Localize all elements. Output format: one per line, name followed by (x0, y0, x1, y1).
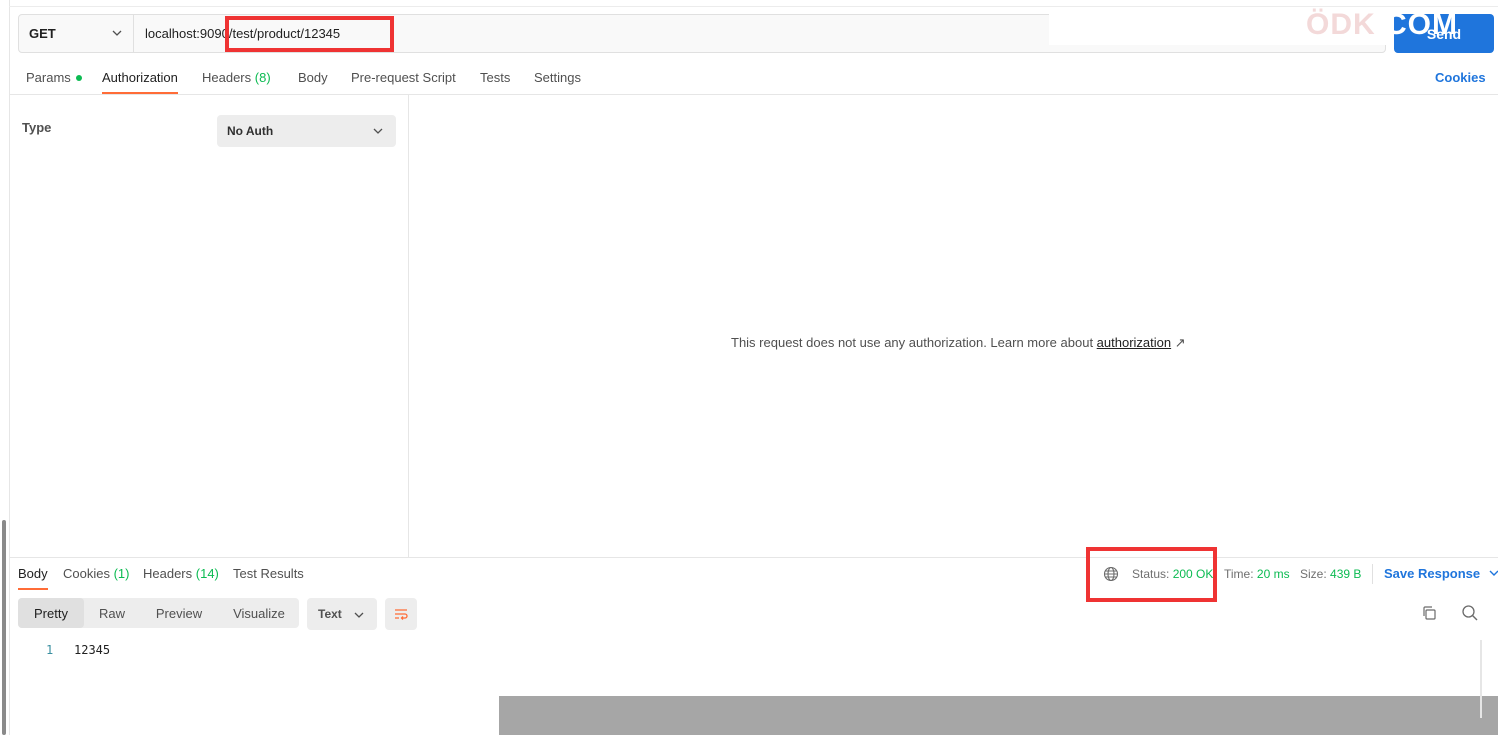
view-visualize-button[interactable]: Visualize (220, 598, 298, 628)
tab-authorization[interactable]: Authorization (102, 70, 178, 85)
editor-scrollbar[interactable] (1480, 640, 1482, 718)
meta-separator (1372, 564, 1373, 584)
response-body-line: 12345 (74, 643, 111, 657)
tab-body[interactable]: Body (298, 70, 328, 85)
response-divider (9, 557, 1498, 558)
top-divider (9, 6, 1498, 7)
response-tab-test-results[interactable]: Test Results (233, 566, 304, 581)
authorization-docs-link[interactable]: authorization (1097, 335, 1171, 350)
chevron-down-icon (1489, 570, 1498, 576)
auth-type-value: No Auth (227, 124, 274, 138)
search-icon[interactable] (1461, 604, 1479, 622)
view-preview-button[interactable]: Preview (142, 598, 216, 628)
response-tab-cookies[interactable]: Cookies (1) (63, 566, 129, 581)
watermark-logo: ÖDK.COM (1306, 8, 1458, 41)
overlay-block (499, 696, 1498, 735)
save-response-button[interactable]: Save Response (1384, 566, 1498, 581)
chevron-down-icon (354, 612, 364, 618)
tab-tests[interactable]: Tests (480, 70, 510, 85)
copy-icon[interactable] (1421, 605, 1437, 621)
highlight-url-path (225, 16, 394, 52)
view-pretty-button[interactable]: Pretty (18, 598, 84, 628)
response-tab-body[interactable]: Body (18, 566, 48, 581)
highlight-status (1086, 547, 1217, 602)
tab-prerequest-script[interactable]: Pre-request Script (351, 70, 456, 85)
auth-panel-divider (408, 95, 409, 557)
method-select[interactable]: GET (18, 14, 134, 53)
wrap-lines-icon (395, 609, 408, 620)
auth-message: This request does not use any authorizat… (731, 335, 1186, 350)
view-raw-button[interactable]: Raw (86, 598, 138, 628)
tab-headers[interactable]: Headers (8) (202, 70, 271, 85)
request-tabs-divider (9, 94, 1498, 95)
response-active-tab-indicator (18, 588, 48, 590)
auth-type-label: Type (22, 120, 52, 135)
cookies-link[interactable]: Cookies (1435, 70, 1486, 85)
format-value: Text (318, 607, 342, 621)
size-readout: Size: 439 B (1300, 567, 1362, 581)
response-tab-headers[interactable]: Headers (14) (143, 566, 219, 581)
left-scrollbar[interactable] (2, 520, 6, 735)
chevron-down-icon (112, 30, 122, 36)
time-readout: Time: 20 ms (1224, 567, 1290, 581)
chevron-down-icon (373, 128, 383, 134)
tab-params[interactable]: Params (26, 70, 82, 85)
params-active-dot (75, 74, 82, 81)
method-label: GET (29, 26, 56, 41)
line-number: 1 (46, 643, 54, 657)
wrap-lines-button[interactable] (385, 598, 417, 630)
format-select[interactable]: Text (307, 598, 377, 630)
auth-type-select[interactable]: No Auth (217, 115, 396, 147)
external-link-icon: ↗ (1174, 335, 1186, 350)
tab-settings[interactable]: Settings (534, 70, 581, 85)
